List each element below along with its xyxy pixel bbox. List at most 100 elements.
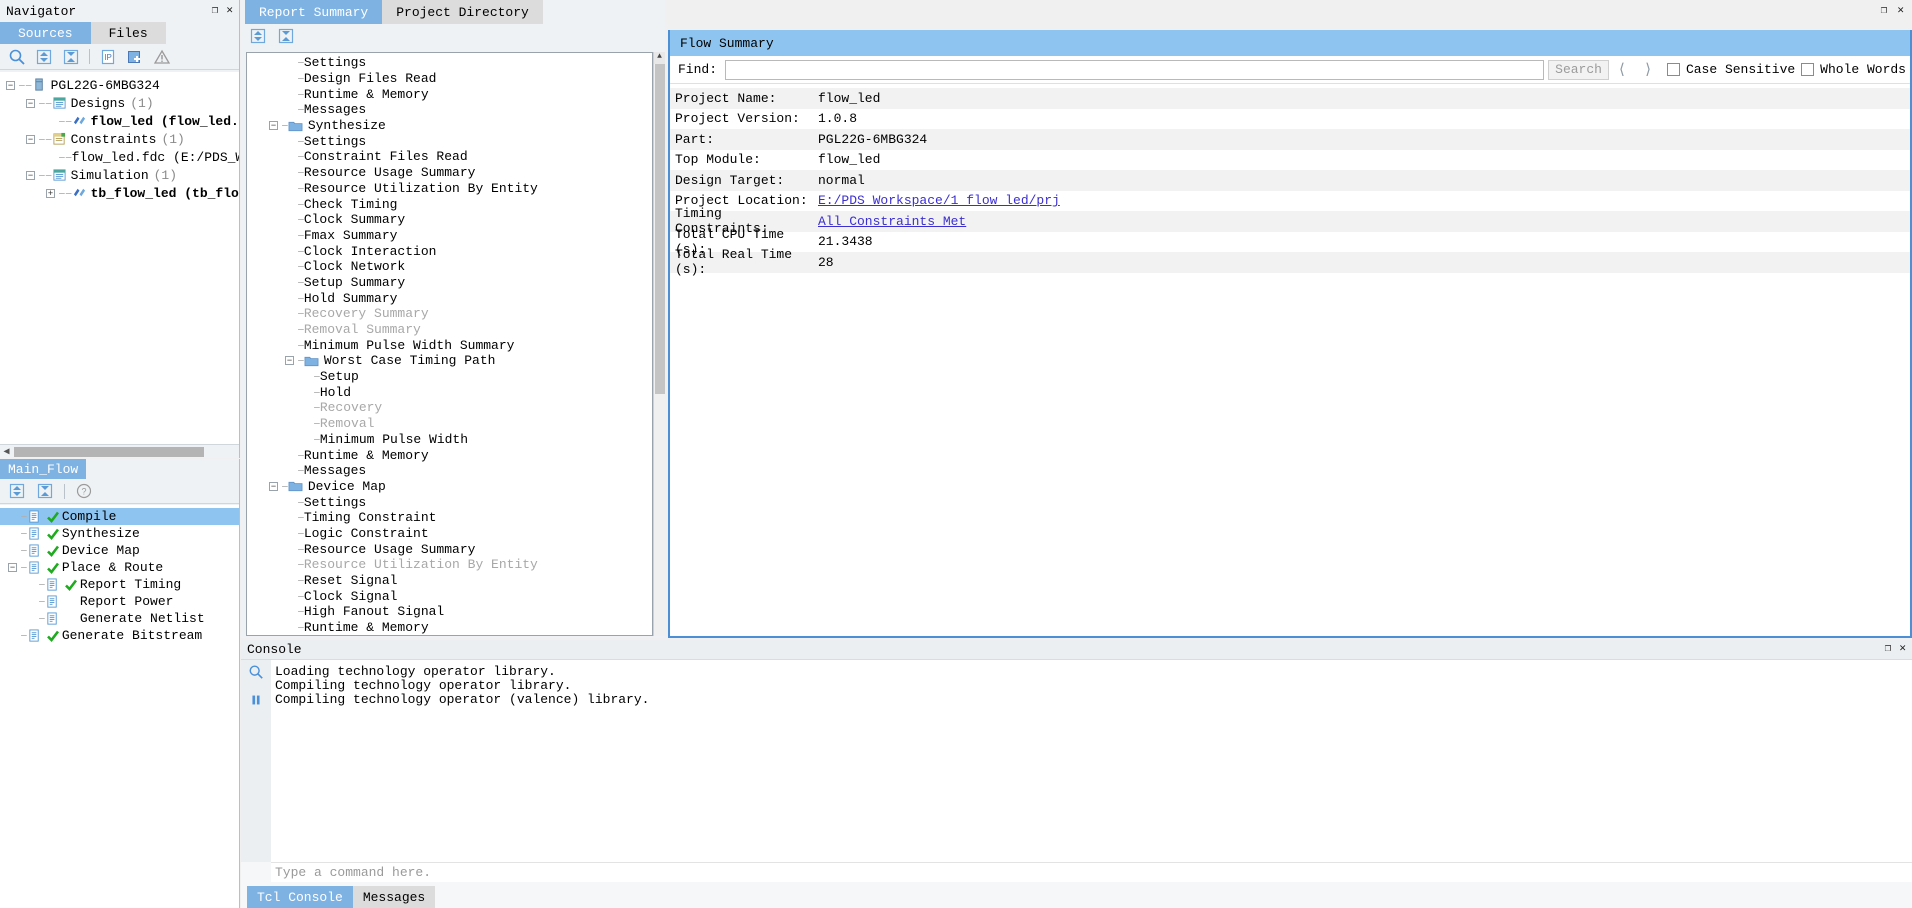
report-item[interactable]: – Removal [247,416,652,432]
collapse-node-icon[interactable]: − [26,170,35,180]
tree-item[interactable]: − –– Simulation (1) [0,166,239,184]
checkbox-box[interactable] [1801,63,1815,76]
tree-item[interactable]: + –– tb_flow_led (tb_flow_ [0,184,239,202]
report-item[interactable]: – Runtime & Memory [247,86,652,102]
collapse-node-icon[interactable]: − [6,80,15,90]
report-item[interactable]: – Resource Utilization By Entity [247,181,652,197]
help-icon[interactable]: ? [75,482,93,500]
report-item[interactable]: – Setup [247,369,652,385]
checkbox-box[interactable] [1666,63,1680,76]
tab-messages[interactable]: Messages [352,886,436,908]
collapse-node-icon[interactable]: − [285,356,294,366]
report-item[interactable]: – Recovery Summary [247,306,652,322]
report-item[interactable]: – Clock Summary [247,212,652,228]
report-item[interactable]: – Design Files Read [247,71,652,87]
search-button[interactable]: Search [1548,59,1609,80]
summary-value[interactable]: E:/PDS_Workspace/1_flow_led/prj [818,193,1060,208]
flow-step-item[interactable]: – Report Timing [0,576,239,593]
report-item[interactable]: – Constraint Files Read [247,149,652,165]
report-item[interactable]: – Resource Usage Summary [247,165,652,181]
report-item[interactable]: – Runtime & Memory [247,620,652,635]
expand-node-icon[interactable]: + [46,188,55,198]
scroll-left-icon[interactable]: ◀ [0,446,13,458]
flow-step-item[interactable]: − – Place & Route [0,559,239,576]
warning-icon[interactable] [153,48,171,66]
tree-item[interactable]: ––flow_led.fdc (E:/PDS_Wo: [0,148,239,166]
report-item[interactable]: – Reset Signal [247,573,652,589]
report-item[interactable]: – Fmax Summary [247,228,652,244]
flow-step-item[interactable]: – Device Map [0,542,239,559]
report-item[interactable]: – Messages [247,102,652,118]
add-file-icon[interactable] [126,48,144,66]
collapse-node-icon[interactable]: − [26,98,35,108]
float-icon[interactable]: ❐ [1881,5,1888,17]
report-item[interactable]: – Hold [247,384,652,400]
whole-words-checkbox[interactable]: Whole Words [1801,62,1906,77]
collapse-all-icon[interactable] [277,27,295,45]
report-item[interactable]: – Timing Constraint [247,510,652,526]
collapse-node-icon[interactable]: − [26,134,35,144]
collapse-all-icon[interactable] [36,482,54,500]
tab-project-directory[interactable]: Project Directory [382,0,543,24]
collapse-node-icon[interactable]: − [269,481,278,491]
expand-all-icon[interactable] [249,27,267,45]
report-item[interactable]: – Clock Signal [247,588,652,604]
report-item[interactable]: – Check Timing [247,196,652,212]
collapse-node-icon[interactable]: − [8,563,17,572]
chevron-right-icon[interactable]: ⟩ [1635,60,1661,79]
flow-step-item[interactable]: – Generate Bitstream [0,627,239,644]
report-item[interactable]: – Resource Utilization By Entity [247,557,652,573]
flow-step-item[interactable]: – Compile [0,508,239,525]
report-item[interactable]: − – Device Map [247,479,652,495]
report-items-tree[interactable]: – Settings – Design Files Read – Runtime & Me… [246,52,653,636]
chevron-left-icon[interactable]: ⟨ [1609,60,1635,79]
tab-sources[interactable]: Sources [0,22,91,44]
report-item[interactable]: – Runtime & Memory [247,447,652,463]
flow-step-item[interactable]: – Generate Netlist [0,610,239,627]
scroll-thumb[interactable] [14,446,204,457]
ip-icon[interactable]: IP [99,48,117,66]
tab-files[interactable]: Files [90,22,166,44]
tab-report-summary[interactable]: Report Summary [245,0,383,24]
report-item[interactable]: – Clock Interaction [247,243,652,259]
collapse-all-icon[interactable] [62,48,80,66]
report-item[interactable]: – Settings [247,55,652,71]
case-sensitive-checkbox[interactable]: Case Sensitive [1666,62,1795,77]
report-item[interactable]: – Clock Network [247,259,652,275]
report-item[interactable]: – Hold Summary [247,290,652,306]
report-item[interactable]: – Removal Summary [247,322,652,338]
summary-value-link[interactable]: All Constraints Met [818,214,966,229]
report-item[interactable]: – High Fanout Signal [247,604,652,620]
summary-value-link[interactable]: E:/PDS_Workspace/1_flow_led/prj [818,193,1060,208]
report-item[interactable]: − – Worst Case Timing Path [247,353,652,369]
scroll-up-icon[interactable]: ▲ [654,52,665,64]
console-command-input[interactable]: Type a command here. [271,862,1912,882]
search-input[interactable] [725,59,1545,80]
report-item[interactable]: – Setup Summary [247,275,652,291]
pause-icon[interactable] [248,692,264,708]
float-icon[interactable]: ❐ [1885,644,1892,655]
close-icon[interactable]: ✕ [1897,5,1904,17]
report-item[interactable]: – Minimum Pulse Width Summary [247,337,652,353]
report-item[interactable]: − – Synthesize [247,118,652,134]
report-item[interactable]: – Minimum Pulse Width [247,432,652,448]
close-icon[interactable]: ✕ [1899,644,1906,655]
flow-step-item[interactable]: – Report Power [0,593,239,610]
collapse-node-icon[interactable]: − [269,121,278,131]
report-item[interactable]: – Recovery [247,400,652,416]
report-item[interactable]: – Resource Usage Summary [247,541,652,557]
tree-item[interactable]: − –– PGL22G-6MBG324 [0,76,239,94]
expand-all-icon[interactable] [35,48,53,66]
report-item[interactable]: – Messages [247,463,652,479]
close-icon[interactable]: ✕ [226,5,233,17]
flow-step-item[interactable]: – Synthesize [0,525,239,542]
report-item[interactable]: – Logic Constraint [247,526,652,542]
search-icon[interactable] [8,48,26,66]
search-icon[interactable] [248,664,264,680]
tree-item[interactable]: − –– Designs (1) [0,94,239,112]
report-item[interactable]: – Settings [247,494,652,510]
tree-item[interactable]: − –– Constraints (1) [0,130,239,148]
expand-all-icon[interactable] [8,482,26,500]
report-item[interactable]: – Settings [247,133,652,149]
tab-tcl-console[interactable]: Tcl Console [247,886,353,908]
